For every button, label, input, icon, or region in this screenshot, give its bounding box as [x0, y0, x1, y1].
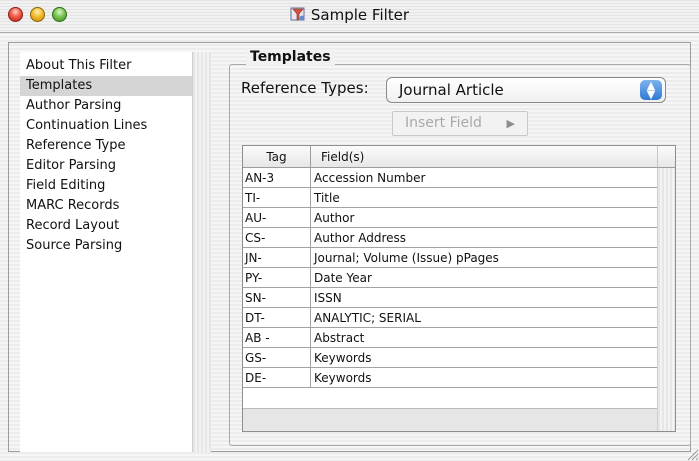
tag-cell: TI- [243, 188, 311, 208]
resize-grip-icon[interactable] [683, 445, 699, 461]
tag-cell: GS- [243, 348, 311, 368]
window-title: Sample Filter [310, 6, 410, 24]
field-cell: Title [314, 191, 340, 205]
field-cell: Date Year [314, 271, 372, 285]
sidebar-item-label: Templates [26, 78, 93, 93]
column-header-fields[interactable]: Field(s) [311, 146, 657, 168]
sample-filter-window: Sample Filter About This Filter Template… [0, 0, 699, 461]
field-cell: Keywords [314, 371, 372, 385]
sidebar-item-label: Field Editing [26, 178, 106, 193]
insert-field-label: Insert Field [405, 115, 482, 131]
sidebar-item-reference-type[interactable]: Reference Type [20, 136, 192, 156]
reference-type-value: Journal Article [399, 81, 504, 99]
table-row[interactable]: TI- Title [243, 188, 657, 208]
tag-cell: DT- [243, 308, 311, 328]
sidebar-item-marc-records[interactable]: MARC Records [20, 196, 192, 216]
reference-types-popup[interactable]: Journal Article ▲ ▼ [386, 77, 666, 103]
sidebar-item-label: Continuation Lines [26, 118, 148, 133]
column-header-tag[interactable]: Tag [243, 146, 311, 168]
sidebar: About This Filter Templates Author Parsi… [20, 52, 211, 452]
tag-cell: AU- [243, 208, 311, 228]
tag-cell: CS- [243, 228, 311, 248]
sidebar-item-continuation-lines[interactable]: Continuation Lines [20, 116, 192, 136]
table-row[interactable]: GS- Keywords [243, 348, 657, 368]
templates-group-title: Templates [246, 49, 335, 65]
window-title-group: Sample Filter [0, 6, 699, 24]
table-row[interactable]: JN- Journal; Volume (Issue) pPages [243, 248, 657, 268]
sidebar-scrollbar[interactable] [192, 52, 211, 452]
sidebar-item-author-parsing[interactable]: Author Parsing [20, 96, 192, 116]
tag-cell: DE- [243, 368, 311, 388]
sidebar-item-field-editing[interactable]: Field Editing [20, 176, 192, 196]
sidebar-item-label: Reference Type [26, 138, 126, 153]
field-cell: Keywords [314, 351, 372, 365]
field-cell: ISSN [314, 291, 342, 305]
table-row[interactable]: SN- ISSN [243, 288, 657, 308]
tag-cell: JN- [243, 248, 311, 268]
tag-cell: PY- [243, 268, 311, 288]
tag-cell: AN-3 [243, 168, 311, 188]
sidebar-item-source-parsing[interactable]: Source Parsing [20, 236, 192, 256]
field-cell: ANALYTIC; SERIAL [314, 311, 421, 325]
reference-types-label: Reference Types: [241, 79, 369, 97]
sidebar-item-label: About This Filter [26, 58, 132, 73]
chevron-updown-icon: ▲ ▼ [640, 80, 662, 100]
table-row[interactable]: AB - Abstract [243, 328, 657, 348]
sidebar-item-label: Record Layout [26, 218, 120, 233]
table-row[interactable]: DT- ANALYTIC; SERIAL [243, 308, 657, 328]
table-row[interactable]: AU- Author [243, 208, 657, 228]
sidebar-item-label: Editor Parsing [26, 158, 117, 173]
sidebar-item-label: Source Parsing [26, 238, 123, 253]
tag-cell: SN- [243, 288, 311, 308]
insert-field-button[interactable]: Insert Field ▶ [392, 111, 528, 136]
template-table: Tag Field(s) AN-3 Accession Number TI- T… [242, 145, 676, 432]
table-scrollbar[interactable] [657, 168, 675, 431]
field-cell: Author [314, 211, 355, 225]
sidebar-item-label: MARC Records [26, 198, 120, 213]
sidebar-item-editor-parsing[interactable]: Editor Parsing [20, 156, 192, 176]
field-cell: Journal; Volume (Issue) pPages [314, 251, 499, 265]
triangle-right-icon: ▶ [506, 117, 515, 130]
sidebar-item-about-this-filter[interactable]: About This Filter [20, 56, 192, 76]
sidebar-item-templates[interactable]: Templates [20, 76, 192, 96]
filter-app-icon [290, 7, 305, 21]
sidebar-item-record-layout[interactable]: Record Layout [20, 216, 192, 236]
field-cell: Abstract [314, 331, 365, 345]
table-row[interactable]: DE- Keywords [243, 368, 657, 388]
tag-cell: AB - [243, 328, 311, 348]
field-cell: Accession Number [314, 171, 426, 185]
field-cell: Author Address [314, 231, 407, 245]
table-row[interactable]: PY- Date Year [243, 268, 657, 288]
table-empty-area [243, 408, 657, 431]
sidebar-item-label: Author Parsing [26, 98, 122, 113]
header-corner [657, 146, 675, 168]
title-bar[interactable]: Sample Filter [0, 0, 699, 33]
table-row[interactable]: AN-3 Accession Number [243, 168, 657, 188]
table-row[interactable]: CS- Author Address [243, 228, 657, 248]
